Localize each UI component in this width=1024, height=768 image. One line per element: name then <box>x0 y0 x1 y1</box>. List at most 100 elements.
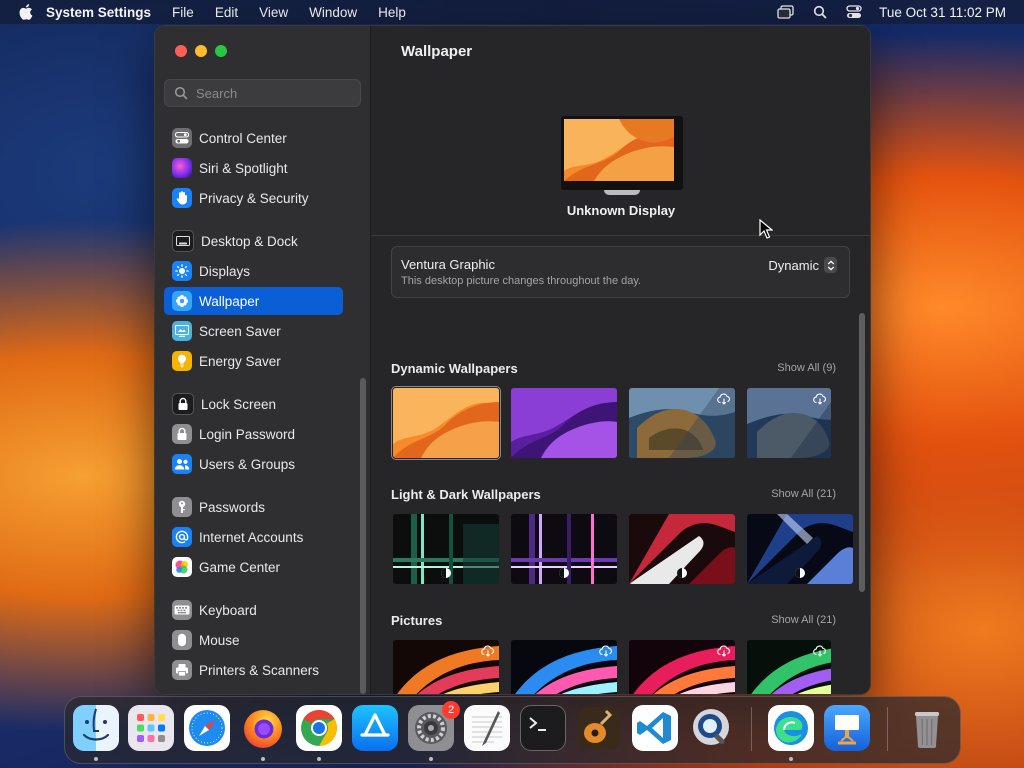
chevron-updown-icon <box>824 257 837 273</box>
wallpaper-thumb-macbook-red[interactable] <box>629 514 735 584</box>
sidebar-item-label: Wallpaper <box>199 293 260 309</box>
sidebar-item-wallpaper[interactable]: Wallpaper <box>164 287 343 315</box>
menubar-clock[interactable]: Tue Oct 31 11:02 PM <box>879 5 1006 20</box>
sidebar-item-siri-spotlight[interactable]: Siri & Spotlight <box>164 154 344 182</box>
control-center-icon <box>172 128 192 148</box>
wallpaper-mode-popup[interactable]: Dynamic <box>768 257 837 273</box>
cloud-download-icon <box>813 392 827 406</box>
sidebar-item-screen-saver[interactable]: Screen Saver <box>164 317 344 345</box>
sidebar-item-label: Screen Saver <box>199 323 281 339</box>
menu-view[interactable]: View <box>259 5 288 20</box>
sidebar-item-label: Printers & Scanners <box>199 662 320 678</box>
sidebar-item-energy-saver[interactable]: Energy Saver <box>164 347 344 375</box>
search-input[interactable] <box>194 84 348 102</box>
dock: 2 <box>64 696 961 764</box>
wallpaper-thumb-catalina-night[interactable] <box>747 388 831 458</box>
cloud-download-icon <box>717 392 731 406</box>
close-button[interactable] <box>175 45 187 57</box>
sun-icon <box>172 261 192 281</box>
menu-window[interactable]: Window <box>309 5 357 20</box>
wallpaper-thumb-imac-green[interactable] <box>393 514 499 584</box>
light-dark-icon <box>675 566 689 580</box>
menu-bar: System Settings File Edit View Window He… <box>0 0 1024 24</box>
sidebar-item-privacy-security[interactable]: Privacy & Security <box>164 184 344 212</box>
cloud-download-icon <box>599 644 613 658</box>
quicktime-icon[interactable] <box>688 705 734 751</box>
finder-icon[interactable] <box>73 705 119 751</box>
sidebar-item-keyboard[interactable]: Keyboard <box>164 596 344 624</box>
menu-file[interactable]: File <box>172 5 194 20</box>
app-menu[interactable]: System Settings <box>46 5 151 20</box>
wallpaper-thumb-swirl-green[interactable] <box>747 640 831 694</box>
show-all-pictures-button[interactable]: Show All (21) <box>771 614 836 626</box>
app-store-icon[interactable] <box>352 705 398 751</box>
sidebar-item-label: Users & Groups <box>199 456 296 472</box>
sidebar-item-desktop-dock[interactable]: Desktop & Dock <box>164 227 344 255</box>
garageband-icon[interactable] <box>576 705 622 751</box>
sidebar-item-game-center[interactable]: Game Center <box>164 553 344 581</box>
dock-separator <box>887 707 888 751</box>
sidebar-item-printers-scanners[interactable]: Printers & Scanners <box>164 656 344 684</box>
wallpaper-thumb-catalina-day[interactable] <box>629 388 735 458</box>
edge-icon[interactable] <box>768 705 814 751</box>
section-title-light-dark: Light & Dark Wallpapers <box>391 487 541 502</box>
apple-icon[interactable] <box>18 4 34 20</box>
sidebar-item-login-password[interactable]: Login Password <box>164 420 344 448</box>
sidebar-item-displays[interactable]: Displays <box>164 257 344 285</box>
textedit-icon[interactable] <box>464 705 510 751</box>
wallpaper-thumb-ventura-graphic[interactable] <box>391 386 501 460</box>
current-wallpaper-card: Ventura Graphic This desktop picture cha… <box>391 246 850 298</box>
chrome-icon[interactable] <box>296 705 342 751</box>
wallpaper-gallery: Dynamic Wallpapers Show All (9) Light & … <box>371 311 870 694</box>
current-wallpaper-name: Ventura Graphic <box>401 257 495 272</box>
sidebar-item-control-center[interactable]: Control Center <box>164 124 344 152</box>
sidebar: Control Center Siri & Spotlight Privacy … <box>155 26 371 694</box>
sidebar-item-passwords[interactable]: Passwords <box>164 493 344 521</box>
minimize-button[interactable] <box>195 45 207 57</box>
wallpaper-thumb-swirl-blue[interactable] <box>511 640 617 694</box>
spotlight-icon[interactable] <box>811 5 829 19</box>
sidebar-item-internet-accounts[interactable]: Internet Accounts <box>164 523 344 551</box>
cloud-download-icon <box>717 644 731 658</box>
zoom-button[interactable] <box>215 45 227 57</box>
hand-icon <box>172 188 192 208</box>
dock-icon <box>172 230 194 252</box>
screen-mirroring-icon[interactable] <box>777 5 795 19</box>
trash-icon[interactable] <box>904 705 950 751</box>
menu-help[interactable]: Help <box>378 5 406 20</box>
users-icon <box>172 454 192 474</box>
window-controls <box>175 45 235 57</box>
display-preview <box>561 116 683 195</box>
launchpad-icon[interactable] <box>128 705 174 751</box>
firefox-icon[interactable] <box>240 705 286 751</box>
screen-saver-icon <box>172 321 192 341</box>
cloud-download-icon <box>813 644 827 658</box>
sidebar-item-lock-screen[interactable]: Lock Screen <box>164 390 344 418</box>
sidebar-item-label: Internet Accounts <box>199 529 304 545</box>
show-all-dynamic-button[interactable]: Show All (9) <box>777 362 836 374</box>
wallpaper-thumb-imac-purple[interactable] <box>511 514 617 584</box>
sidebar-scrollbar[interactable] <box>360 378 366 694</box>
search-field[interactable] <box>164 79 361 107</box>
sidebar-item-label: Game Center <box>199 559 281 575</box>
sidebar-item-mouse[interactable]: Mouse <box>164 626 344 654</box>
show-all-light-dark-button[interactable]: Show All (21) <box>771 488 836 500</box>
vscode-icon[interactable] <box>632 705 678 751</box>
sidebar-item-label: Mouse <box>199 632 240 648</box>
control-center-icon[interactable] <box>845 5 863 19</box>
terminal-icon[interactable] <box>520 705 566 751</box>
wallpaper-thumb-swirl-pink[interactable] <box>629 640 735 694</box>
wallpaper-thumb-ventura-purple[interactable] <box>511 388 617 458</box>
running-indicator <box>317 757 321 761</box>
wallpaper-thumb-swirl-orange[interactable] <box>393 640 499 694</box>
safari-icon[interactable] <box>184 705 230 751</box>
menu-edit[interactable]: Edit <box>215 5 238 20</box>
running-indicator <box>94 757 98 761</box>
sidebar-item-users-groups[interactable]: Users & Groups <box>164 450 344 478</box>
keynote-icon[interactable] <box>824 705 870 751</box>
running-indicator <box>261 757 265 761</box>
bulb-icon <box>172 351 192 371</box>
wallpaper-thumb-macbook-blue[interactable] <box>747 514 853 584</box>
gallery-scrollbar[interactable] <box>859 313 865 592</box>
light-dark-icon <box>557 566 571 580</box>
